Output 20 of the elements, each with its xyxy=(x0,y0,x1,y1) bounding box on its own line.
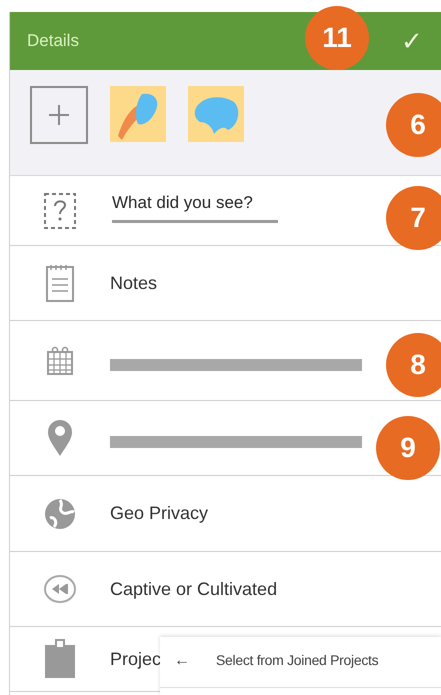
species-input-field[interactable]: What did you see? xyxy=(112,190,278,223)
number-callout: 8 xyxy=(386,333,441,397)
row-label: Notes xyxy=(110,272,158,294)
notepad-icon xyxy=(45,263,75,303)
calendar-icon xyxy=(46,346,74,376)
globe-icon xyxy=(44,498,76,530)
number-callout: 7 xyxy=(386,186,441,250)
rewind-circle-icon xyxy=(43,574,77,604)
row-label: Captive or Cultivated xyxy=(110,578,278,601)
question-box-icon xyxy=(43,192,77,230)
number-callout: 9 xyxy=(376,416,440,480)
clipboard-icon xyxy=(44,639,76,679)
map-pin-icon xyxy=(47,419,73,457)
header-title: Details xyxy=(27,30,79,52)
plus-icon xyxy=(48,104,70,126)
row-label: Projec xyxy=(110,648,162,671)
add-photo-button[interactable] xyxy=(30,86,88,144)
row-label: Geo Privacy xyxy=(110,502,208,525)
back-button[interactable]: ← xyxy=(174,653,190,669)
popup-title: Select from Joined Projects xyxy=(216,653,378,667)
